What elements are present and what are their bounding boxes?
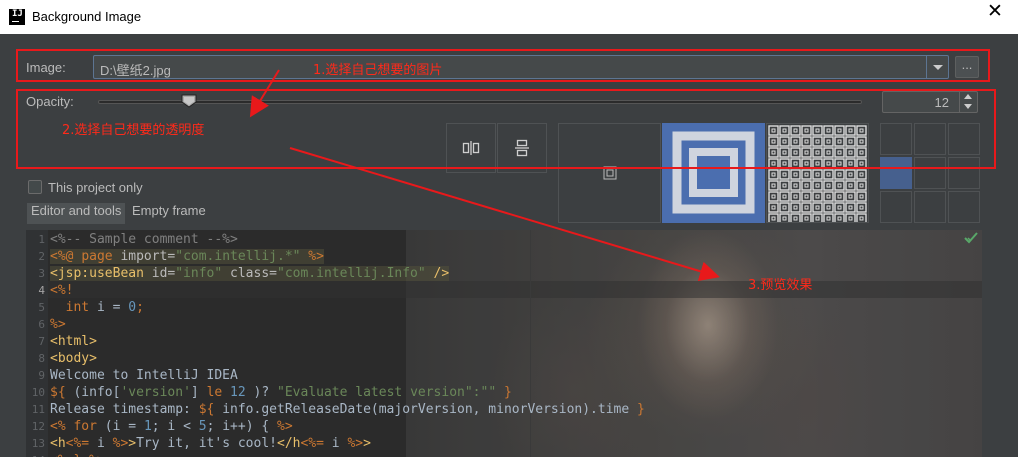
annotation-arrows [249, 69, 720, 281]
annotation-arrow-preview [289, 147, 720, 281]
annotation-arrow-opacity [249, 69, 280, 118]
